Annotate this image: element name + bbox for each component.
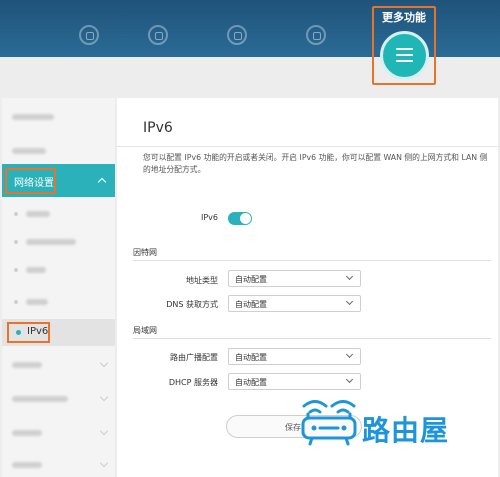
dhcp-server-select[interactable]: 自动配置 (228, 373, 361, 390)
network-settings-highlight (5, 168, 56, 194)
sidebar-subitem-blurred-1[interactable] (2, 200, 115, 228)
chevron-down-icon (345, 350, 354, 359)
watermark-text: 路由屋 (362, 414, 450, 447)
sidebar-item-blurred-1[interactable] (2, 100, 115, 134)
sidebar-subitem-blurred-4[interactable] (2, 288, 115, 316)
nav-icon-4 (306, 25, 326, 45)
chevron-down-icon (99, 392, 109, 402)
sidebar-subitem-blurred-3[interactable] (2, 256, 115, 284)
address-type-label: 地址类型 (186, 276, 218, 285)
nav-icon-1 (79, 25, 99, 45)
toggle-knob (240, 213, 251, 224)
nav-item-3[interactable]: ​ (221, 14, 253, 45)
nav-icon-3 (227, 25, 247, 45)
sidebar-item-blurred-6[interactable] (2, 448, 115, 477)
nav-item-1[interactable]: ​ (73, 14, 105, 45)
more-functions-button[interactable] (380, 31, 429, 80)
address-type-select[interactable]: 自动配置 (228, 270, 361, 287)
router-advert-label: 路由广播配置 (170, 353, 218, 362)
chevron-down-icon (99, 458, 109, 468)
sidebar: 网络设置 (2, 98, 115, 477)
lan-section-title: 局域网 (133, 326, 157, 335)
menu-icon (396, 48, 413, 50)
sidebar-item-blurred-2[interactable] (2, 134, 115, 168)
nav-icon-2 (148, 25, 168, 45)
chevron-down-icon (345, 297, 354, 306)
sidebar-item-blurred-5[interactable] (2, 416, 115, 450)
chevron-down-icon (345, 272, 354, 281)
router-advert-select[interactable]: 自动配置 (228, 348, 361, 365)
title-divider (117, 146, 498, 147)
lan-section-divider (133, 338, 491, 339)
wan-section-divider (133, 260, 491, 261)
dns-mode-select[interactable]: 自动配置 (228, 295, 361, 312)
page-title: IPv6 (143, 120, 173, 136)
wan-section-title: 因特网 (133, 248, 157, 257)
chevron-down-icon (345, 375, 354, 384)
sidebar-subitem-blurred-2[interactable] (2, 228, 115, 256)
ipv6-toggle-label: IPv6 (200, 213, 218, 222)
page-description: 您可以配置 IPv6 功能的开启或者关闭。开启 IPv6 功能，你可以配置 WA… (143, 153, 488, 174)
more-functions-label: 更多功能 (382, 11, 426, 24)
ipv6-item-highlight (7, 322, 50, 343)
chevron-down-icon (99, 358, 109, 368)
router-logo-icon (301, 400, 357, 446)
ipv6-toggle[interactable] (228, 212, 252, 225)
dhcp-server-label: DHCP 服务器 (168, 378, 218, 387)
nav-item-4[interactable]: ​ (300, 14, 332, 45)
chevron-up-icon (97, 177, 107, 187)
chevron-down-icon (99, 426, 109, 436)
dns-mode-label: DNS 获取方式 (166, 300, 218, 309)
sidebar-item-blurred-3[interactable] (2, 348, 115, 382)
sidebar-item-blurred-4[interactable] (2, 382, 115, 416)
nav-item-2[interactable]: ​ (142, 14, 174, 45)
